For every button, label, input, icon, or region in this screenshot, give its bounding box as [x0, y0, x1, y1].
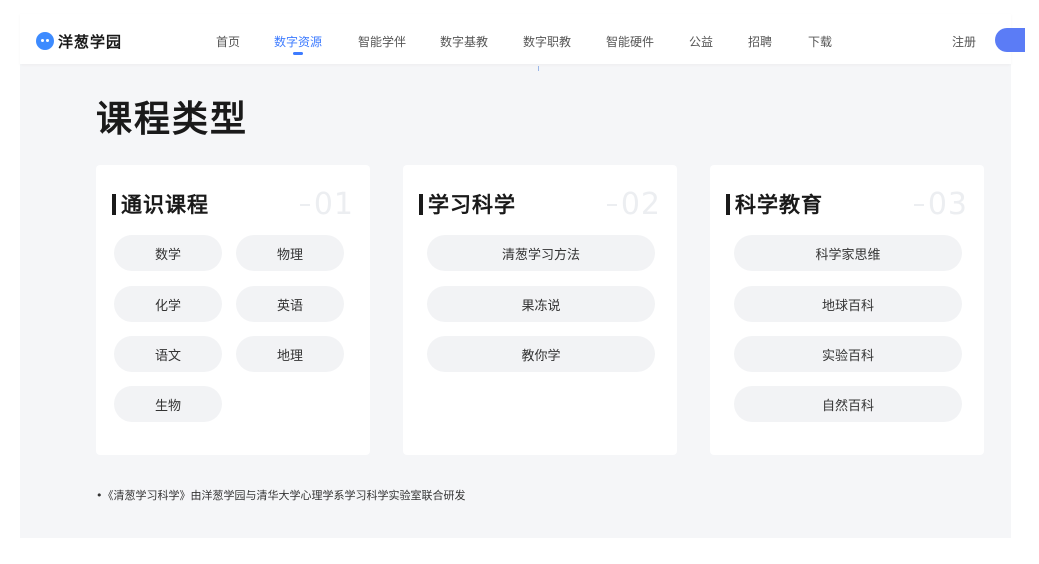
course-pill-chinese[interactable]: 语文	[114, 336, 222, 372]
course-pill-chemistry[interactable]: 化学	[114, 286, 222, 322]
card-number: 01	[313, 187, 354, 222]
active-nav-indicator	[293, 52, 303, 55]
card-title-bar	[112, 193, 116, 215]
card-number: 02	[620, 187, 661, 222]
nav-item-digital-vocational[interactable]: 数字职教	[523, 33, 571, 50]
card-title: 科学教育	[735, 193, 823, 217]
card-title: 学习科学	[428, 193, 516, 217]
register-link[interactable]: 注册	[952, 33, 976, 50]
login-button[interactable]	[995, 28, 1025, 52]
nav-item-digital-resources[interactable]: 数字资源	[274, 33, 322, 50]
dropdown-caret-icon	[538, 66, 539, 71]
card-number-dash	[607, 204, 617, 206]
page-frame: 洋葱学园 首页 数字资源 智能学伴 数字基教 数字职教 智能硬件 公益 招聘 下…	[20, 14, 1025, 538]
nav-item-smart-hardware[interactable]: 智能硬件	[606, 33, 654, 50]
logo-text: 洋葱学园	[58, 32, 123, 51]
course-pill-guodong-talk[interactable]: 果冻说	[427, 286, 655, 322]
course-pill-earth-encyclopedia[interactable]: 地球百科	[734, 286, 962, 322]
course-card-learning-science: 学习科学 02 清葱学习方法 果冻说 教你学	[403, 165, 677, 455]
card-number: 03	[927, 187, 968, 222]
course-card-general: 通识课程 01 数学 物理 化学 英语 语文 地理 生物	[96, 165, 370, 455]
page-title: 课程类型	[96, 99, 249, 140]
card-number-dash	[914, 204, 924, 206]
course-pill-physics[interactable]: 物理	[236, 235, 344, 271]
course-pill-math[interactable]: 数学	[114, 235, 222, 271]
course-pill-study-methods[interactable]: 清葱学习方法	[427, 235, 655, 271]
nav-item-recruitment[interactable]: 招聘	[748, 33, 772, 50]
course-pill-experiment-encyclopedia[interactable]: 实验百科	[734, 336, 962, 372]
course-pill-nature-encyclopedia[interactable]: 自然百科	[734, 386, 962, 422]
nav-item-smart-companion[interactable]: 智能学伴	[358, 33, 406, 50]
card-number-dash	[300, 204, 310, 206]
nav-item-download[interactable]: 下载	[808, 33, 832, 50]
nav-item-home[interactable]: 首页	[216, 33, 240, 50]
card-header: 学习科学	[419, 189, 516, 219]
card-header: 通识课程	[112, 189, 209, 219]
onion-logo-icon	[36, 32, 54, 50]
logo[interactable]: 洋葱学园	[36, 31, 122, 51]
course-pill-teach-you-learn[interactable]: 教你学	[427, 336, 655, 372]
course-pill-scientist-thinking[interactable]: 科学家思维	[734, 235, 962, 271]
card-header: 科学教育	[726, 189, 823, 219]
top-nav: 洋葱学园 首页 数字资源 智能学伴 数字基教 数字职教 智能硬件 公益 招聘 下…	[20, 14, 1025, 64]
footnote: •《清葱学习科学》由洋葱学园与清华大学心理学系学习科学实验室联合研发	[96, 489, 466, 502]
card-title-bar	[419, 193, 423, 215]
card-title: 通识课程	[121, 193, 209, 217]
course-pill-biology[interactable]: 生物	[114, 386, 222, 422]
nav-item-charity[interactable]: 公益	[689, 33, 713, 50]
course-pill-english[interactable]: 英语	[236, 286, 344, 322]
course-card-science-education: 科学教育 03 科学家思维 地球百科 实验百科 自然百科	[710, 165, 984, 455]
course-pill-geography[interactable]: 地理	[236, 336, 344, 372]
nav-item-digital-basic-edu[interactable]: 数字基教	[440, 33, 488, 50]
card-title-bar	[726, 193, 730, 215]
